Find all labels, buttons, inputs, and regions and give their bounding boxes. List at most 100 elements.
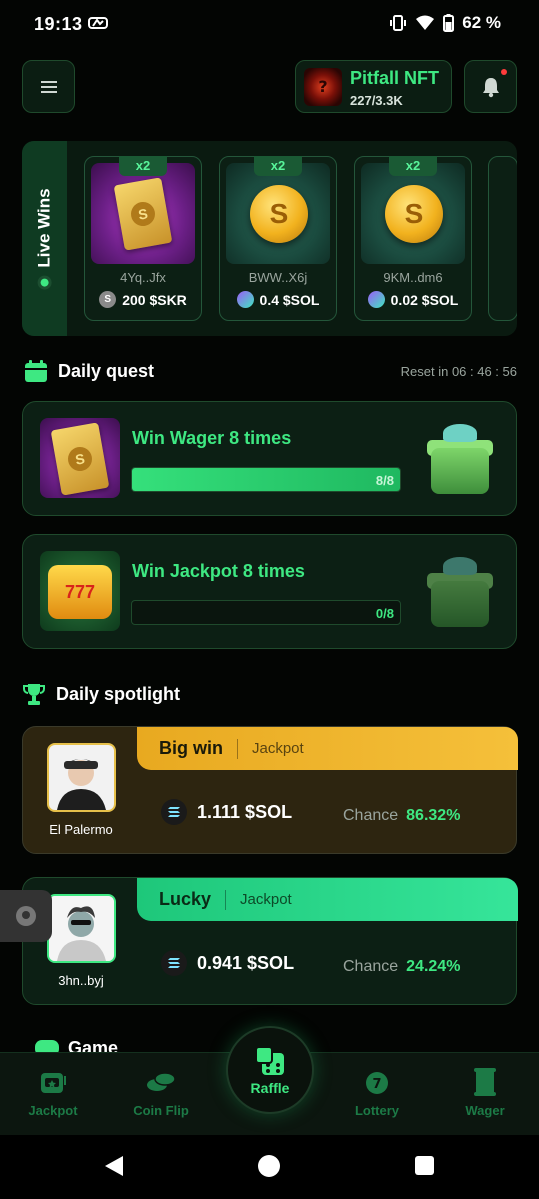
win-amount-row: S 200 $SKR xyxy=(85,291,201,308)
nav-jackpot[interactable]: Jackpot xyxy=(8,1065,98,1118)
status-bar: 19:13 62 % xyxy=(0,0,539,48)
avatar xyxy=(47,894,116,963)
sol-coin-icon xyxy=(236,291,254,308)
divider xyxy=(225,889,227,910)
lottery-ball-icon: 7 xyxy=(360,1065,394,1099)
menu-button[interactable] xyxy=(22,60,75,113)
back-icon[interactable] xyxy=(103,1155,125,1177)
multiplier-badge: x2 xyxy=(389,156,437,176)
win-user: BWW..X6j xyxy=(248,270,308,285)
nav-coin-flip-label: Coin Flip xyxy=(133,1103,189,1118)
nav-lottery-label: Lottery xyxy=(354,1103,400,1118)
gold-coin-image: S xyxy=(226,163,330,264)
svg-text:7: 7 xyxy=(372,1077,381,1092)
notification-dot xyxy=(501,69,507,75)
floating-side-handle[interactable] xyxy=(0,890,52,942)
quest-progress-text: 8/8 xyxy=(375,473,394,488)
bell-icon xyxy=(482,77,499,97)
multiplier-badge: x2 xyxy=(119,156,167,176)
vibrate-icon xyxy=(390,15,407,31)
jackpot-slot-image: 777 xyxy=(40,551,120,631)
spotlight-card[interactable]: El Palermo Big win Jackpot 1.111 $SOL Ch… xyxy=(22,726,518,854)
bubble-icon xyxy=(16,906,36,926)
notifications-button[interactable] xyxy=(464,60,517,113)
spotlight-chance: Chance 24.24% xyxy=(343,958,460,976)
app-screen: 19:13 62 % ? Pitfall NFT 227/3.3K Live W… xyxy=(0,0,539,1199)
spotlight-user: El Palermo xyxy=(49,822,113,837)
nft-title: Pitfall NFT xyxy=(350,68,439,88)
nft-count: 227/3.3K xyxy=(350,93,403,108)
avatar xyxy=(47,743,116,812)
win-amount: 200 $SKR xyxy=(122,291,187,308)
svg-text:?: ? xyxy=(318,77,327,96)
nav-lottery[interactable]: 7 Lottery xyxy=(332,1065,422,1118)
gold-coin-image: S xyxy=(361,163,465,264)
wifi-icon xyxy=(416,15,435,30)
nav-raffle[interactable]: Raffle xyxy=(226,1026,314,1114)
spotlight-amount-row: 1.111 $SOL xyxy=(161,799,292,825)
status-right: 62 % xyxy=(389,13,501,33)
sol-coin-icon xyxy=(161,799,187,825)
quest-progress-text: 0/8 xyxy=(375,606,394,621)
battery-level: 62 % xyxy=(462,13,501,32)
win-amount-row: 0.02 $SOL xyxy=(355,291,471,308)
sol-coin-icon xyxy=(161,950,187,976)
daily-spotlight-heading: Daily spotlight xyxy=(22,682,180,706)
chance-value: 86.32% xyxy=(406,807,461,824)
nav-wager-label: Wager xyxy=(465,1103,505,1118)
battery-icon xyxy=(443,14,455,32)
card-pack-image xyxy=(91,163,195,264)
win-amount: 0.02 $SOL xyxy=(390,291,459,308)
win-user: 9KM..dm6 xyxy=(383,270,443,285)
live-wins-label: Live Wins xyxy=(34,187,54,268)
spotlight-card[interactable]: 3hn..byj Lucky Jackpot 0.941 $SOL Chance… xyxy=(22,877,518,1005)
coins-icon xyxy=(144,1065,178,1099)
carrier-icon xyxy=(88,17,108,29)
card-pack-image xyxy=(40,418,120,498)
quest-title: Win Jackpot 8 times xyxy=(132,561,305,581)
win-amount-row: 0.4 $SOL xyxy=(220,291,336,308)
recents-icon[interactable] xyxy=(415,1156,434,1175)
skr-coin-icon: S xyxy=(99,291,117,308)
spotlight-user: 3hn..byj xyxy=(58,973,104,988)
multiplier-badge: x2 xyxy=(254,156,302,176)
live-indicator-icon xyxy=(37,275,52,290)
trophy-icon xyxy=(23,684,45,705)
nav-coin-flip[interactable]: Coin Flip xyxy=(116,1065,206,1118)
quest-title: Win Wager 8 times xyxy=(132,428,292,448)
win-amount: 0.4 $SOL xyxy=(259,291,320,308)
spotlight-header: Lucky Jackpot xyxy=(137,878,518,921)
sol-coin-icon xyxy=(367,291,385,308)
hamburger-icon xyxy=(40,80,57,93)
live-win-card[interactable]: x2 S 9KM..dm6 0.02 $SOL xyxy=(354,156,472,321)
spotlight-game: Jackpot xyxy=(240,891,292,908)
reset-timer: Reset in 06 : 46 : 56 xyxy=(400,364,517,379)
daily-quest-title: Daily quest xyxy=(58,360,155,381)
live-win-card[interactable]: x2 S BWW..X6j 0.4 $SOL xyxy=(219,156,337,321)
nav-jackpot-label: Jackpot xyxy=(28,1103,78,1118)
nav-raffle-label: Raffle xyxy=(250,1080,290,1096)
live-win-card[interactable]: x2 4Yq..Jfx S 200 $SKR xyxy=(84,156,202,321)
spotlight-chance: Chance 86.32% xyxy=(343,807,460,825)
calendar-icon xyxy=(25,360,47,382)
spotlight-amount: 0.941 $SOL xyxy=(197,952,295,973)
gift-box-icon xyxy=(425,555,495,629)
live-win-card-partial[interactable] xyxy=(488,156,517,321)
spotlight-amount: 1.111 $SOL xyxy=(197,801,293,822)
win-user: 4Yq..Jfx xyxy=(120,270,166,285)
dice-icon xyxy=(253,1044,287,1078)
quest-progress-bar: 8/8 xyxy=(131,467,401,492)
quest-card[interactable]: 777 Win Jackpot 8 times 0/8 xyxy=(22,534,517,649)
quest-progress-fill xyxy=(132,468,400,491)
spotlight-header: Big win Jackpot xyxy=(137,727,518,770)
nav-wager[interactable]: Wager xyxy=(440,1065,530,1118)
quest-progress-bar: 0/8 xyxy=(131,600,401,625)
daily-spotlight-title: Daily spotlight xyxy=(56,683,181,704)
home-icon[interactable] xyxy=(258,1155,280,1177)
quest-card[interactable]: Win Wager 8 times 8/8 xyxy=(22,401,517,516)
status-time: 19:13 xyxy=(34,14,83,34)
spotlight-amount-row: 0.941 $SOL xyxy=(161,950,294,976)
chance-label: Chance xyxy=(343,807,399,824)
live-wins-panel: Live Wins x2 4Yq..Jfx S 200 $SKR x2 S BW… xyxy=(22,141,517,336)
pitfall-nft-button[interactable]: ? Pitfall NFT 227/3.3K xyxy=(295,60,452,113)
